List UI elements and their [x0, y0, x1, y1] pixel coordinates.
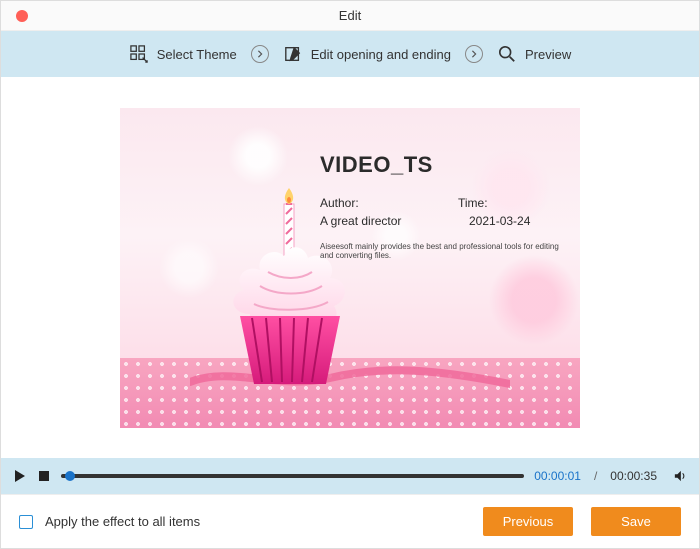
chevron-right-icon	[465, 45, 483, 63]
preview-area: VIDEO_TS Author: Time: A great director …	[1, 77, 699, 458]
step-bar: Select Theme Edit opening and ending Pre…	[1, 31, 699, 77]
apply-all-label: Apply the effect to all items	[45, 514, 471, 529]
step-preview[interactable]: Preview	[497, 44, 571, 64]
apply-all-checkbox[interactable]	[19, 515, 33, 529]
video-text-overlay: VIDEO_TS Author: Time: A great director …	[320, 152, 570, 260]
step-label: Edit opening and ending	[311, 47, 451, 62]
video-tagline: Aiseesoft mainly provides the best and p…	[320, 242, 570, 260]
close-icon[interactable]	[16, 10, 28, 22]
volume-icon[interactable]	[673, 469, 687, 483]
author-value: A great director	[320, 214, 421, 228]
previous-button[interactable]: Previous	[483, 507, 573, 536]
footer: Apply the effect to all items Previous S…	[1, 494, 699, 548]
theme-grid-icon	[129, 44, 149, 64]
chevron-right-icon	[251, 45, 269, 63]
stop-button[interactable]	[37, 469, 51, 483]
play-button[interactable]	[13, 469, 27, 483]
step-edit-opening[interactable]: Edit opening and ending	[283, 44, 451, 64]
edit-window: Edit Select Theme Edit opening and endin…	[0, 0, 700, 549]
magnify-icon	[497, 44, 517, 64]
step-select-theme[interactable]: Select Theme	[129, 44, 237, 64]
time-value: 2021-03-24	[469, 214, 570, 228]
step-label: Preview	[525, 47, 571, 62]
author-label: Author:	[320, 196, 410, 210]
time-separator: /	[594, 469, 597, 483]
titlebar: Edit	[1, 1, 699, 31]
save-button[interactable]: Save	[591, 507, 681, 536]
slider-thumb[interactable]	[65, 471, 75, 481]
current-time: 00:00:01	[534, 469, 581, 483]
window-title: Edit	[1, 8, 699, 23]
progress-slider[interactable]	[61, 474, 524, 478]
video-title: VIDEO_TS	[320, 152, 570, 178]
step-label: Select Theme	[157, 47, 237, 62]
total-time: 00:00:35	[610, 469, 657, 483]
player-controls: 00:00:01 / 00:00:35	[1, 458, 699, 494]
time-label: Time:	[458, 196, 548, 210]
video-preview: VIDEO_TS Author: Time: A great director …	[120, 108, 580, 428]
edit-square-icon	[283, 44, 303, 64]
